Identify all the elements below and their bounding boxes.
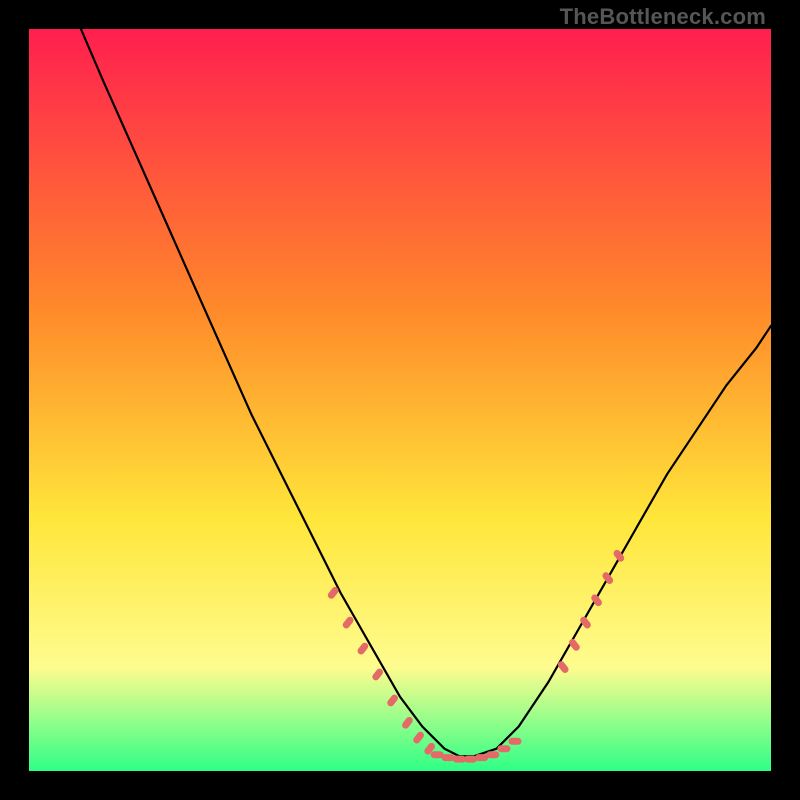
watermark-text: TheBottleneck.com <box>560 4 766 30</box>
marker-point <box>475 754 488 761</box>
marker-point <box>431 751 444 758</box>
marker-point <box>464 756 477 763</box>
marker-point <box>486 751 499 758</box>
marker-point <box>453 756 466 763</box>
marker-point <box>509 738 522 745</box>
chart-svg <box>29 29 771 771</box>
gradient-background <box>29 29 771 771</box>
marker-point <box>442 754 455 761</box>
marker-point <box>497 745 510 752</box>
chart-frame <box>29 29 771 771</box>
